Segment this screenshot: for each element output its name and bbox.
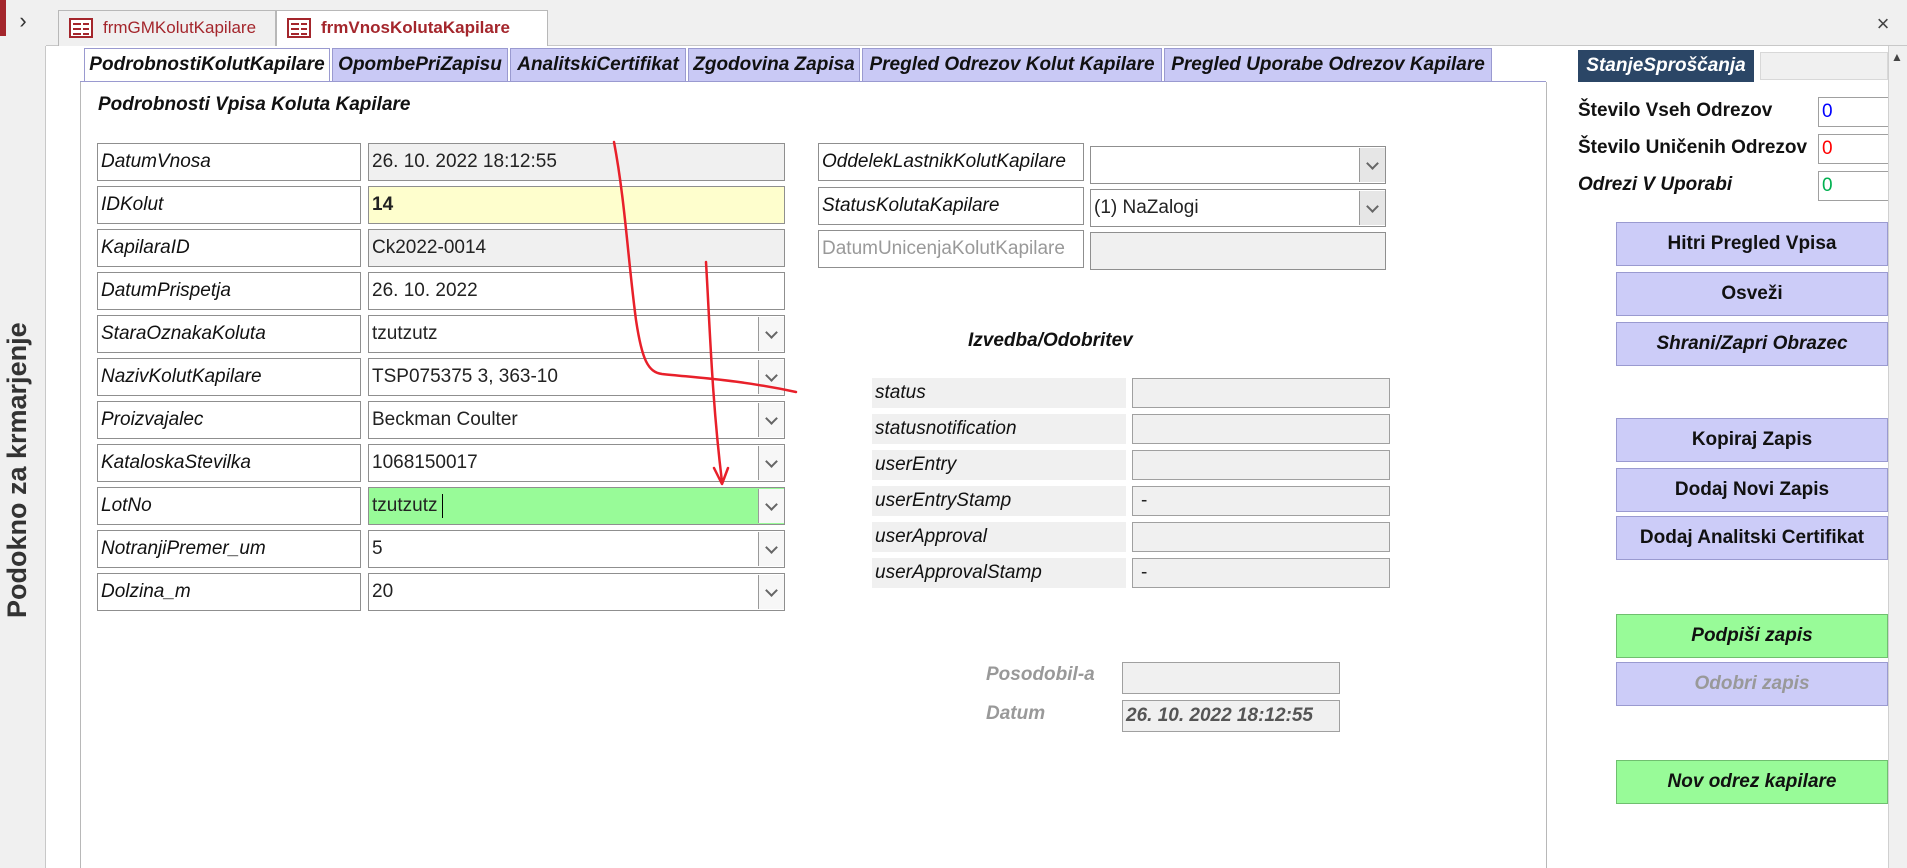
annotation-overlay	[612, 140, 798, 486]
annotation-arrow	[704, 260, 730, 486]
annotation-stroke	[612, 140, 798, 394]
